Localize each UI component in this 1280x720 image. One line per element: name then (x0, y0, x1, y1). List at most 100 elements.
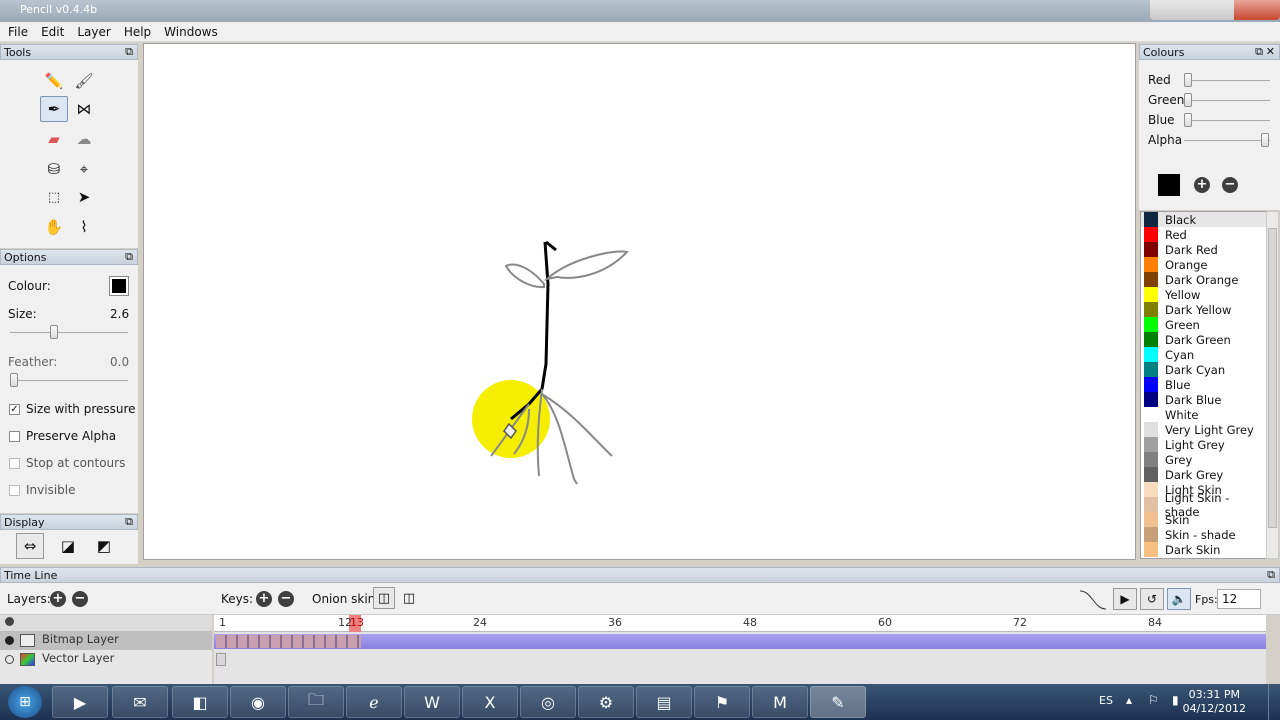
move-tool-icon[interactable]: ➤ (70, 184, 98, 210)
alpha-slider-handle[interactable] (1261, 133, 1269, 147)
drawing-canvas[interactable] (143, 43, 1136, 560)
size-value[interactable]: 2.6 (110, 307, 129, 321)
palette-item[interactable]: Black (1141, 212, 1266, 227)
app-icon[interactable]: ◧ (172, 686, 228, 718)
outlook-icon[interactable]: ✉ (112, 686, 168, 718)
palette-item[interactable]: Dark Blue (1141, 392, 1266, 407)
polyline-tool-icon[interactable]: ⋈ (70, 96, 98, 122)
fps-spinbox[interactable]: 12 (1217, 589, 1261, 609)
remove-layer-button[interactable]: − (72, 591, 88, 607)
palette-item[interactable]: Dark Orange (1141, 272, 1266, 287)
thin-lines-icon[interactable]: ◪ (54, 533, 82, 559)
visibility-icon[interactable] (5, 636, 14, 645)
add-layer-button[interactable]: + (50, 591, 66, 607)
folder-icon[interactable]: 🗀 (288, 686, 344, 718)
remove-colour-button[interactable]: − (1222, 177, 1238, 193)
palette-item[interactable]: Dark Cyan (1141, 362, 1266, 377)
language-indicator[interactable]: ES (1099, 694, 1113, 707)
brush-tool-icon[interactable]: 🖌 (70, 68, 98, 94)
palette-item[interactable]: Dark Green (1141, 332, 1266, 347)
loop-button[interactable]: ↺ (1140, 588, 1164, 610)
colour-swatch[interactable] (109, 276, 129, 296)
size-with-pressure-checkbox[interactable]: ✓ (9, 404, 20, 415)
palette-item[interactable]: Light Skin - shade (1141, 491, 1266, 519)
palette-item[interactable]: Grey (1141, 452, 1266, 467)
size-slider-handle[interactable] (50, 325, 58, 339)
palette-item[interactable]: Blue (1141, 377, 1266, 392)
feather-value[interactable]: 0.0 (110, 355, 129, 369)
palette-scrollbar[interactable] (1266, 211, 1279, 559)
palette-item[interactable]: Orange (1141, 257, 1266, 272)
add-key-button[interactable]: + (256, 591, 272, 607)
stop-at-contours-checkbox[interactable] (9, 458, 20, 469)
float-icon[interactable]: ⧉ (125, 250, 133, 264)
show-desktop-button[interactable] (1268, 684, 1280, 720)
bitmap-layer-track[interactable] (214, 634, 1266, 649)
outlines-icon[interactable]: ◩ (90, 533, 118, 559)
menu-edit[interactable]: Edit (41, 25, 64, 39)
blue-slider-handle[interactable] (1184, 113, 1192, 127)
palette-item[interactable]: Dark Yellow (1141, 302, 1266, 317)
red-slider-handle[interactable] (1184, 73, 1192, 87)
palette-item[interactable]: White (1141, 407, 1266, 422)
palette-item[interactable]: Dark Red (1141, 242, 1266, 257)
word-icon[interactable]: W (404, 686, 460, 718)
onion-next-icon[interactable]: ◫ (398, 587, 420, 609)
menu-file[interactable]: File (8, 25, 28, 39)
app-icon[interactable]: M (752, 686, 808, 718)
eraser-tool-icon[interactable]: ▰ (40, 126, 68, 152)
layer-row-vector[interactable]: Vector Layer (0, 651, 212, 669)
palette-item[interactable]: Light Grey (1141, 437, 1266, 452)
add-colour-button[interactable]: + (1194, 177, 1210, 193)
palette-item[interactable]: Yellow (1141, 287, 1266, 302)
frame-ruler[interactable]: 1 12 13 24 36 48 60 72 84 (214, 615, 1266, 632)
hand-tool-icon[interactable]: ✋ (40, 214, 68, 240)
eyedropper-tool-icon[interactable]: ⌖ (70, 156, 98, 182)
invisible-checkbox[interactable] (9, 485, 20, 496)
visibility-icon[interactable] (5, 655, 14, 664)
tray-arrow-icon[interactable]: ▴ (1126, 693, 1132, 707)
palette-item[interactable]: Green (1141, 317, 1266, 332)
float-icon[interactable]: ⧉ (125, 515, 133, 529)
palette-item[interactable]: Red (1141, 227, 1266, 242)
palette-item[interactable]: Skin - shade (1141, 527, 1266, 542)
firefox-icon[interactable]: ◉ (230, 686, 286, 718)
pencil-app-icon[interactable]: ✎ (810, 686, 866, 718)
close-icon[interactable]: ✕ (1266, 45, 1275, 58)
network-icon[interactable]: ⚐ (1148, 693, 1159, 707)
layer-row-bitmap[interactable]: Bitmap Layer (0, 632, 212, 650)
bucket-tool-icon[interactable]: ⛁ (40, 156, 68, 182)
float-icon[interactable]: ⧉ (1255, 45, 1263, 59)
bitmap-keyframes[interactable] (216, 635, 361, 648)
onion-prev-icon[interactable]: ◫ (373, 587, 395, 609)
preserve-alpha-checkbox[interactable] (9, 431, 20, 442)
visibility-all-icon[interactable] (5, 617, 14, 626)
clock[interactable]: 03:31 PM 04/12/2012 (1183, 688, 1246, 716)
select-tool-icon[interactable]: ⬚ (40, 184, 68, 210)
pencil-tool-icon[interactable]: ✏️ (40, 68, 68, 94)
app-icon[interactable]: ⚙ (578, 686, 634, 718)
feather-slider-handle[interactable] (10, 373, 18, 387)
sound-button[interactable]: 🔈 (1167, 588, 1191, 610)
close-button[interactable] (1234, 0, 1280, 20)
play-button[interactable]: ▶ (1113, 588, 1137, 610)
pen-tool-icon[interactable]: ✒ (40, 96, 68, 122)
excel-icon[interactable]: X (462, 686, 518, 718)
green-slider-handle[interactable] (1184, 93, 1192, 107)
float-icon[interactable]: ⧉ (125, 45, 133, 59)
palette-scroll-thumb[interactable] (1268, 228, 1277, 528)
float-icon[interactable]: ⧉ (1267, 568, 1275, 582)
start-button[interactable]: ⊞ (8, 686, 42, 718)
palette-item[interactable]: Very Light Grey (1141, 422, 1266, 437)
palette-item[interactable]: Cyan (1141, 347, 1266, 362)
palette-item[interactable]: Dark Skin (1141, 542, 1266, 557)
menu-layer[interactable]: Layer (77, 25, 110, 39)
media-player-icon[interactable]: ▶ (52, 686, 108, 718)
power-icon[interactable]: ▮ (1172, 693, 1179, 707)
app-icon[interactable]: ⚑ (694, 686, 750, 718)
clear-tool-icon[interactable]: ⌇ (70, 214, 98, 240)
vector-keyframe[interactable] (216, 653, 226, 666)
mirror-horizontal-icon[interactable]: ⇔ (16, 533, 44, 559)
chrome-icon[interactable]: ◎ (520, 686, 576, 718)
menu-windows[interactable]: Windows (164, 25, 218, 39)
